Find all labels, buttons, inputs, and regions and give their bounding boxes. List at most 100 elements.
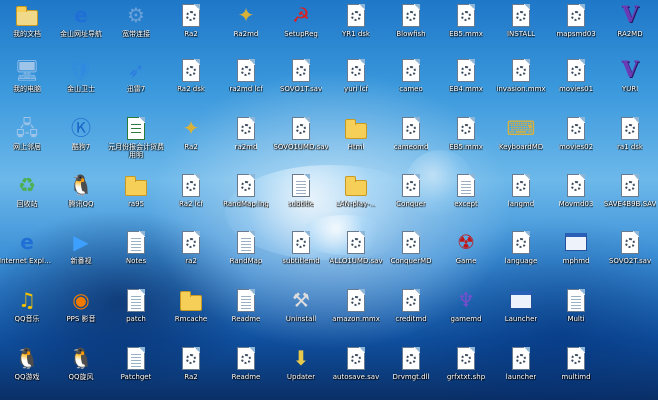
desktop-shortcut[interactable]: ✦ Ra2 <box>163 115 219 167</box>
desktop-shortcut[interactable]: 🐧 腾讯QQ <box>53 172 109 224</box>
desktop-shortcut[interactable]: SOVO2T.sav <box>602 229 658 281</box>
desktop-shortcut[interactable]: amazon.mmx <box>328 287 384 339</box>
desktop-shortcut[interactable]: 我的文档 <box>0 2 55 54</box>
desktop-shortcut[interactable]: ⌨ KeyboardMD <box>493 115 549 167</box>
desktop-shortcut[interactable]: LAN-play-... <box>328 172 384 224</box>
shortcut-label: Launcher <box>504 315 538 323</box>
desktop-shortcut[interactable]: cameomd <box>383 115 439 167</box>
shortcut-label: Readme <box>231 315 261 323</box>
desktop-shortcut[interactable]: Ra2 dsk <box>163 57 219 109</box>
desktop-shortcut[interactable]: e Internet Explorer <box>0 229 55 281</box>
desktop-shortcut[interactable]: Ra2 lcf <box>163 172 219 224</box>
desktop-shortcut[interactable]: Readme <box>218 287 274 339</box>
desktop-shortcut[interactable]: YR1 dsk <box>328 2 384 54</box>
desktop-shortcut[interactable]: ra2 <box>163 229 219 281</box>
desktop-shortcut[interactable]: ⚒ Uninstall <box>273 287 329 339</box>
desktop-shortcut[interactable]: ◉ PPS 影音 <box>53 287 109 339</box>
desktop-shortcut[interactable]: langmd <box>493 172 549 224</box>
desktop-shortcut[interactable]: ConquerMD <box>383 229 439 281</box>
shortcut-label: QQ音乐 <box>14 315 40 323</box>
config-file-icon <box>233 345 259 371</box>
desktop-shortcut[interactable]: V YURI <box>602 57 658 109</box>
desktop-shortcut[interactable]: SAVE4B9B.SAV <box>602 172 658 224</box>
shortcut-label: SOVO2T.sav <box>608 257 652 265</box>
desktop-shortcut[interactable]: Ra2 <box>163 345 219 397</box>
desktop-shortcut[interactable]: movies01 <box>548 57 604 109</box>
desktop-shortcut[interactable]: ☭ SetupReg <box>273 2 329 54</box>
desktop-shortcut[interactable]: Ra2 <box>163 2 219 54</box>
desktop-shortcut[interactable]: Ⓚ 酷狗7 <box>53 115 109 167</box>
folder-icon <box>178 287 204 313</box>
desktop-shortcut[interactable]: ra2md <box>218 115 274 167</box>
desktop-shortcut[interactable]: 🖧 网上邻居 <box>0 115 55 167</box>
desktop-shortcut[interactable]: 🐧 QQ游戏 <box>0 345 55 397</box>
desktop-shortcut[interactable]: ra95 <box>108 172 164 224</box>
desktop-shortcut[interactable]: ALLO1UMD.sav <box>328 229 384 281</box>
desktop-shortcut[interactable]: Multi <box>548 287 604 339</box>
desktop-shortcut[interactable]: invasion.mmx <box>493 57 549 109</box>
desktop-shortcut[interactable]: Conquer <box>383 172 439 224</box>
desktop-shortcut[interactable]: 🐧 QQ旋风 <box>53 345 109 397</box>
desktop-shortcut[interactable]: ⚙ 宽带连接 <box>108 2 164 54</box>
desktop-shortcut[interactable]: launcher <box>493 345 549 397</box>
desktop-shortcut[interactable]: Launcher <box>493 287 549 339</box>
desktop-shortcut[interactable]: ra1 dsk <box>602 115 658 167</box>
desktop-shortcut[interactable]: multimd <box>548 345 604 397</box>
desktop-shortcut[interactable]: creditmd <box>383 287 439 339</box>
desktop-shortcut[interactable]: INSTALL <box>493 2 549 54</box>
desktop-shortcut[interactable]: grfxtxt.shp <box>438 345 494 397</box>
desktop-shortcut[interactable]: except <box>438 172 494 224</box>
desktop-shortcut[interactable]: SOVO1T.sav <box>273 57 329 109</box>
shortcut-label: 宽带连接 <box>122 30 150 38</box>
config-file-icon <box>343 2 369 28</box>
desktop-shortcut[interactable]: language <box>493 229 549 281</box>
desktop-shortcut[interactable]: Movmd03 <box>548 172 604 224</box>
desktop-shortcut[interactable]: EB5.mmx <box>438 2 494 54</box>
desktop-shortcut[interactable]: V RA2MD <box>602 2 658 54</box>
shortcut-label: language <box>504 257 538 265</box>
desktop-shortcut[interactable]: ▶ 新番视 <box>53 229 109 281</box>
desktop-shortcut[interactable]: ra2md lcf <box>218 57 274 109</box>
shortcut-label: langmd <box>507 200 535 208</box>
desktop-shortcut[interactable]: RandMap.ing <box>218 172 274 224</box>
desktop-shortcut[interactable]: ⬇ Updater <box>273 345 329 397</box>
desktop-shortcut[interactable]: movies02 <box>548 115 604 167</box>
shortcut-label: Ra2 <box>184 373 198 381</box>
desktop-shortcut[interactable]: mapsmd03 <box>548 2 604 54</box>
desktop-shortcut[interactable]: 🖥 我的电脑 <box>0 57 55 109</box>
text-file-icon <box>123 345 149 371</box>
desktop-shortcut[interactable]: Html <box>328 115 384 167</box>
desktop-shortcut[interactable]: cameo <box>383 57 439 109</box>
desktop-shortcut[interactable]: RandMap <box>218 229 274 281</box>
desktop-shortcut[interactable]: Notes <box>108 229 164 281</box>
folder-icon <box>343 172 369 198</box>
desktop-shortcut[interactable]: ♻ 回收站 <box>0 172 55 224</box>
desktop-shortcut[interactable]: EB5.mmx <box>438 115 494 167</box>
desktop-shortcut[interactable]: Blowfish <box>383 2 439 54</box>
desktop-shortcut[interactable]: subtitlemd <box>273 229 329 281</box>
desktop-shortcut[interactable]: ➶ 迅雷7 <box>108 57 164 109</box>
desktop-shortcut[interactable]: EB4.mmx <box>438 57 494 109</box>
desktop-shortcut[interactable]: ☢ Game <box>438 229 494 281</box>
desktop-shortcut[interactable]: Patchget <box>108 345 164 397</box>
desktop-shortcut[interactable]: yuri lcf <box>328 57 384 109</box>
desktop-shortcut[interactable]: SOVO1UMD.sav <box>273 115 329 167</box>
desktop-shortcut[interactable]: Readme <box>218 345 274 397</box>
desktop-shortcut[interactable]: e 金山网址导航 <box>53 2 109 54</box>
desktop-shortcut[interactable]: patch <box>108 287 164 339</box>
shortcut-label: Ra2 dsk <box>177 85 205 93</box>
shortcut-label: 金山卫士 <box>67 85 95 93</box>
desktop-shortcut[interactable]: subtitle <box>273 172 329 224</box>
desktop-shortcut[interactable]: 🛡 金山卫士 <box>53 57 109 109</box>
desktop-shortcut[interactable]: ♫ QQ音乐 <box>0 287 55 339</box>
desktop-shortcut[interactable]: mphmd <box>548 229 604 281</box>
desktop-shortcut[interactable]: ♆ gamemd <box>438 287 494 339</box>
desktop-shortcut[interactable]: 元月份报会计货费用明 <box>108 115 164 167</box>
desktop-shortcut[interactable]: autosave.sav <box>328 345 384 397</box>
desktop-shortcut[interactable]: ✦ Ra2md <box>218 2 274 54</box>
config-file-icon <box>453 345 479 371</box>
desktop-shortcut[interactable]: Rmcache <box>163 287 219 339</box>
desktop-shortcut[interactable]: Drvmgt.dll <box>383 345 439 397</box>
shortcut-label: EB4.mmx <box>449 85 483 93</box>
launcher-app-icon <box>508 287 534 313</box>
